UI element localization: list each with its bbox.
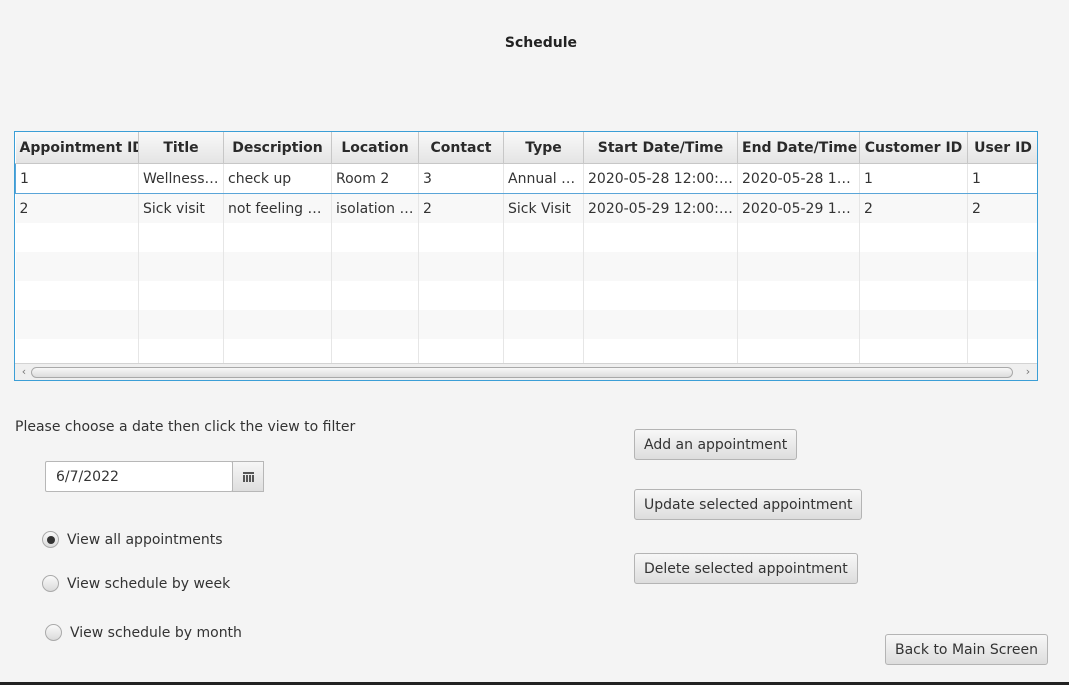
column-header-customer-id[interactable]: Customer ID xyxy=(859,132,968,164)
table-cell: 1 xyxy=(15,163,139,194)
table-cell: 3 xyxy=(418,163,504,194)
page-title: Schedule xyxy=(504,35,578,51)
radio-unselected-icon[interactable] xyxy=(42,575,59,592)
table-cell: 2020-05-28 13:... xyxy=(737,163,860,194)
table-cell: 2020-05-29 12:00:0... xyxy=(583,193,738,223)
table-cell: Sick Visit xyxy=(503,193,584,223)
table-cell: Sick visit xyxy=(138,193,224,223)
column-header-location[interactable]: Location xyxy=(331,132,419,164)
date-picker[interactable] xyxy=(45,461,264,492)
table-row[interactable]: 2 Sick visit not feeling w... isolation … xyxy=(15,193,1037,223)
radio-unselected-icon[interactable] xyxy=(45,624,62,641)
calendar-button[interactable] xyxy=(232,461,264,492)
table-cell: 2020-05-29 13:... xyxy=(737,193,860,223)
date-input[interactable] xyxy=(45,461,233,492)
column-header-title[interactable]: Title xyxy=(138,132,224,164)
update-appointment-button[interactable]: Update selected appointment xyxy=(634,489,863,520)
column-header-start[interactable]: Start Date/Time xyxy=(583,132,738,164)
delete-appointment-button[interactable]: Delete selected appointment xyxy=(634,553,858,584)
horizontal-scrollbar[interactable]: ‹ › xyxy=(15,363,1037,380)
table-cell: 2020-05-28 12:00:0... xyxy=(583,163,738,194)
filter-instruction: Please choose a date then click the view… xyxy=(15,419,356,435)
column-header-user-id[interactable]: User ID xyxy=(967,132,1037,164)
column-header-type[interactable]: Type xyxy=(503,132,584,164)
scroll-left-arrow-icon[interactable]: ‹ xyxy=(17,364,31,380)
back-to-main-button[interactable]: Back to Main Screen xyxy=(885,634,1048,665)
calendar-icon xyxy=(242,471,254,482)
radio-view-month[interactable]: View schedule by month xyxy=(45,624,242,641)
table-cell: Wellness ... xyxy=(138,163,224,194)
empty-table-row xyxy=(15,223,1037,252)
table-cell: 1 xyxy=(859,163,968,194)
table-cell: check up xyxy=(223,163,332,194)
table-cell: not feeling w... xyxy=(223,193,332,223)
add-appointment-button[interactable]: Add an appointment xyxy=(634,429,798,460)
scrollbar-thumb[interactable] xyxy=(31,367,1013,378)
table-cell: 2 xyxy=(967,193,1037,223)
table-cell: isolation r... xyxy=(331,193,419,223)
radio-label-view-all: View all appointments xyxy=(67,531,223,548)
table-cell: 2 xyxy=(859,193,968,223)
empty-table-row xyxy=(15,310,1037,339)
table-header-row: Appointment ID Title Description Locatio… xyxy=(15,132,1037,164)
scroll-right-arrow-icon[interactable]: › xyxy=(1021,364,1035,380)
empty-table-row xyxy=(15,252,1037,281)
table-cell: 2 xyxy=(15,193,139,223)
column-header-end[interactable]: End Date/Time xyxy=(737,132,860,164)
radio-view-all[interactable]: View all appointments xyxy=(42,531,223,548)
radio-selected-icon[interactable] xyxy=(42,531,59,548)
table-row[interactable]: 1 Wellness ... check up Room 2 3 Annual … xyxy=(15,163,1037,194)
radio-label-view-month: View schedule by month xyxy=(70,624,242,641)
radio-view-week[interactable]: View schedule by week xyxy=(42,575,230,592)
table-cell: Room 2 xyxy=(331,163,419,194)
column-header-appointment-id[interactable]: Appointment ID xyxy=(15,132,139,164)
column-header-description[interactable]: Description xyxy=(223,132,332,164)
table-cell: 1 xyxy=(967,163,1037,194)
empty-table-row xyxy=(15,281,1037,310)
table-cell: 2 xyxy=(418,193,504,223)
radio-label-view-week: View schedule by week xyxy=(67,575,231,592)
appointments-table[interactable]: Appointment ID Title Description Locatio… xyxy=(14,131,1038,381)
table-cell: Annual P... xyxy=(503,163,584,194)
column-header-contact[interactable]: Contact xyxy=(418,132,504,164)
